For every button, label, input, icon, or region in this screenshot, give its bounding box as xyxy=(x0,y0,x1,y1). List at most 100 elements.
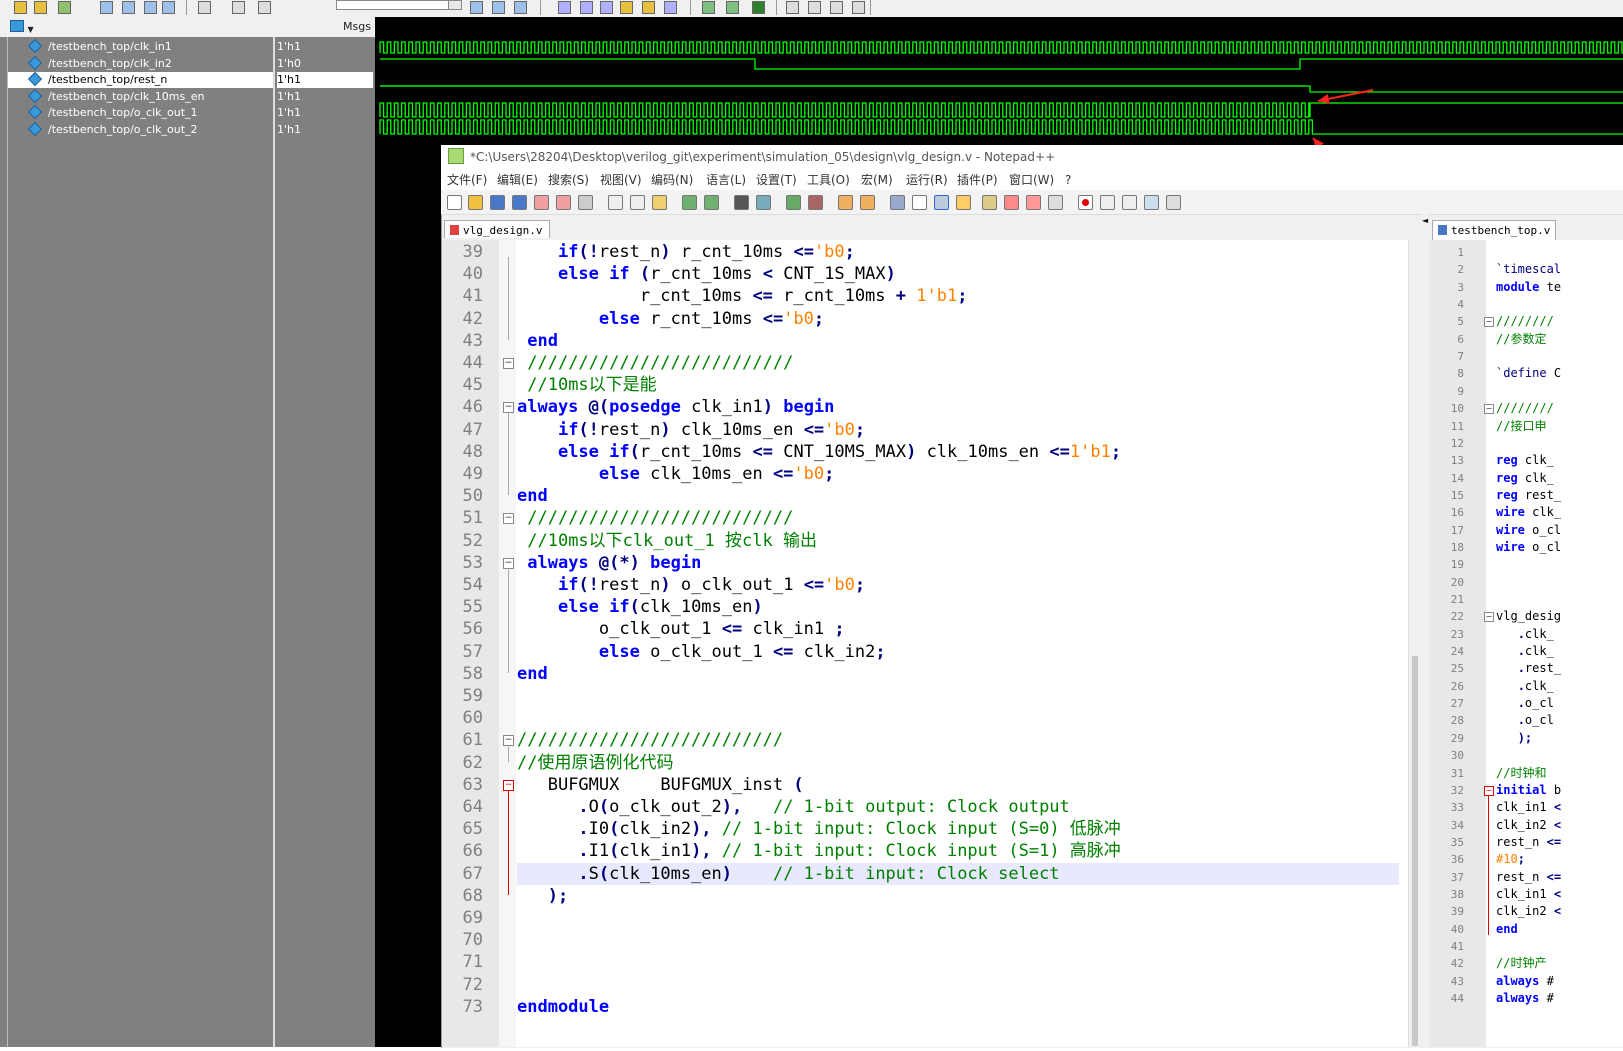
menu-item[interactable]: 编码(N) xyxy=(651,170,693,190)
step-out-icon[interactable] xyxy=(830,1,843,14)
open-file-icon[interactable] xyxy=(468,195,483,210)
word-wrap-icon[interactable] xyxy=(890,195,905,210)
sync-v-icon[interactable] xyxy=(838,195,853,210)
code-line[interactable]: reg clk_ xyxy=(1496,470,1554,487)
code-line[interactable]: always @(*) begin xyxy=(517,552,701,574)
doc-map-icon[interactable] xyxy=(982,195,997,210)
folder-workspace-icon[interactable] xyxy=(1026,195,1041,210)
menu-item[interactable]: 运行(R) xyxy=(906,170,948,190)
close-all-icon[interactable] xyxy=(556,195,571,210)
code-line[interactable]: else if(clk_10ms_en) xyxy=(517,596,763,618)
code-line[interactable]: #10; xyxy=(1496,851,1525,868)
function-list-icon[interactable] xyxy=(1004,195,1019,210)
code-line[interactable]: always # xyxy=(1496,990,1554,1007)
menu-item[interactable]: 语言(L) xyxy=(706,170,746,190)
play-macro-icon[interactable] xyxy=(1122,195,1137,210)
find-icon[interactable] xyxy=(162,1,175,14)
code-line[interactable]: .O(o_clk_out_2), // 1-bit output: Clock … xyxy=(517,796,1069,818)
code-line[interactable]: clk_in2 < xyxy=(1496,817,1561,834)
cursor-lock-icon[interactable] xyxy=(752,1,765,14)
menu-item[interactable]: 文件(F) xyxy=(447,170,487,190)
code-line[interactable]: end xyxy=(1496,921,1518,938)
code-line[interactable]: else o_clk_out_1 <= clk_in2; xyxy=(517,641,886,663)
code-line[interactable]: //////// xyxy=(1496,313,1554,330)
save-macro-icon[interactable] xyxy=(1166,195,1181,210)
copy-icon[interactable] xyxy=(630,195,645,210)
code-line[interactable]: .clk_ xyxy=(1496,643,1554,660)
record-macro-icon[interactable] xyxy=(1078,195,1093,210)
code-line[interactable]: o_clk_out_1 <= clk_in1 ; xyxy=(517,618,845,640)
sync-h-icon[interactable] xyxy=(860,195,875,210)
code-line[interactable]: BUFGMUX BUFGMUX_inst ( xyxy=(517,774,804,796)
code-line[interactable]: ////////////////////////// xyxy=(517,507,793,529)
open-icon[interactable] xyxy=(14,1,27,14)
redo-icon[interactable] xyxy=(144,1,157,14)
show-all-chars-icon[interactable] xyxy=(912,195,927,210)
code-line[interactable]: else if(r_cnt_10ms <= CNT_10MS_MAX) clk_… xyxy=(517,441,1121,463)
new-file-icon[interactable] xyxy=(447,195,462,210)
menu-item[interactable]: 工具(O) xyxy=(807,170,850,190)
zoom-last-icon[interactable] xyxy=(664,1,677,14)
code-line[interactable]: .rest_ xyxy=(1496,660,1561,677)
code-line[interactable]: //接口申 xyxy=(1496,418,1546,435)
search-next-icon[interactable] xyxy=(492,1,505,14)
step-icon[interactable] xyxy=(786,1,799,14)
code-line[interactable]: if(!rest_n) clk_10ms_en <='b0; xyxy=(517,419,865,441)
code-line[interactable]: .clk_ xyxy=(1496,678,1554,695)
signal-row[interactable]: /testbench_top/clk_in1 xyxy=(8,38,273,55)
scroll-thumb[interactable] xyxy=(1412,656,1418,1046)
print-icon[interactable] xyxy=(578,195,593,210)
code-line[interactable]: if(!rest_n) r_cnt_10ms <='b0; xyxy=(517,241,855,263)
indent-guide-icon[interactable] xyxy=(934,195,949,210)
fold-toggle-icon[interactable]: − xyxy=(1484,612,1494,623)
code-line[interactable]: reg rest_ xyxy=(1496,487,1561,504)
code-line[interactable]: wire o_cl xyxy=(1496,539,1561,556)
zoom-in-icon[interactable] xyxy=(786,195,801,210)
code-line[interactable]: r_cnt_10ms <= r_cnt_10ms + 1'b1; xyxy=(517,285,968,307)
code-line[interactable]: else if (r_cnt_10ms < CNT_1S_MAX) xyxy=(517,263,896,285)
signal-row[interactable]: /testbench_top/o_clk_out_1 xyxy=(8,104,273,121)
code-line[interactable]: endmodule xyxy=(517,996,609,1018)
fold-toggle-icon[interactable]: − xyxy=(1484,404,1494,415)
fold-toggle-icon[interactable]: − xyxy=(503,358,514,369)
code-line[interactable]: .clk_ xyxy=(1496,626,1554,643)
save-file-icon[interactable] xyxy=(490,195,505,210)
cursor-add-icon[interactable] xyxy=(702,1,715,14)
code-line[interactable]: //时钟产 xyxy=(1496,955,1546,972)
search-prev-icon[interactable] xyxy=(470,1,483,14)
menu-item[interactable]: 编辑(E) xyxy=(497,170,538,190)
signal-row[interactable]: /testbench_top/o_clk_out_2 xyxy=(8,121,273,138)
code-line[interactable]: else r_cnt_10ms <='b0; xyxy=(517,308,824,330)
view-splitter[interactable]: ◄ xyxy=(1422,214,1430,1047)
find-icon[interactable] xyxy=(734,195,749,210)
step-over-icon[interactable] xyxy=(808,1,821,14)
run-macro-multiple-icon[interactable] xyxy=(1144,195,1159,210)
code-line[interactable]: //10ms以下是能 xyxy=(517,374,656,396)
code-line[interactable]: rest_n <= xyxy=(1496,869,1561,886)
undo-icon[interactable] xyxy=(122,1,135,14)
signal-row[interactable]: /testbench_top/clk_10ms_en xyxy=(8,88,273,105)
code-line[interactable]: clk_in1 < xyxy=(1496,799,1561,816)
close-file-icon[interactable] xyxy=(534,195,549,210)
redo-icon[interactable] xyxy=(704,195,719,210)
paste-icon[interactable] xyxy=(100,1,113,14)
fold-toggle-icon[interactable]: − xyxy=(1484,785,1494,796)
menu-item[interactable]: 视图(V) xyxy=(600,170,642,190)
code-line[interactable]: end xyxy=(517,330,558,352)
code-line[interactable]: `define C xyxy=(1496,365,1561,382)
menu-item[interactable]: 搜索(S) xyxy=(548,170,589,190)
code-line[interactable]: if(!rest_n) o_clk_out_1 <='b0; xyxy=(517,574,865,596)
menu-item[interactable]: 设置(T) xyxy=(756,170,797,190)
code-line[interactable]: ); xyxy=(517,885,568,907)
code-line[interactable]: initial b xyxy=(1496,782,1561,799)
code-line[interactable]: .I0(clk_in2), // 1-bit input: Clock inpu… xyxy=(517,818,1120,840)
cursor-delete-icon[interactable] xyxy=(726,1,739,14)
stop-macro-icon[interactable] xyxy=(1100,195,1115,210)
save-icon[interactable] xyxy=(34,1,47,14)
tab-vlg-design[interactable]: vlg_design.v✕ xyxy=(444,220,550,256)
zoom-cursor-icon[interactable] xyxy=(620,1,633,14)
code-line[interactable]: .S(clk_10ms_en) // 1-bit input: Clock se… xyxy=(517,863,1059,885)
code-line[interactable]: wire clk_ xyxy=(1496,504,1561,521)
zoom-out-icon[interactable] xyxy=(808,195,823,210)
code-line[interactable]: .o_cl xyxy=(1496,695,1554,712)
